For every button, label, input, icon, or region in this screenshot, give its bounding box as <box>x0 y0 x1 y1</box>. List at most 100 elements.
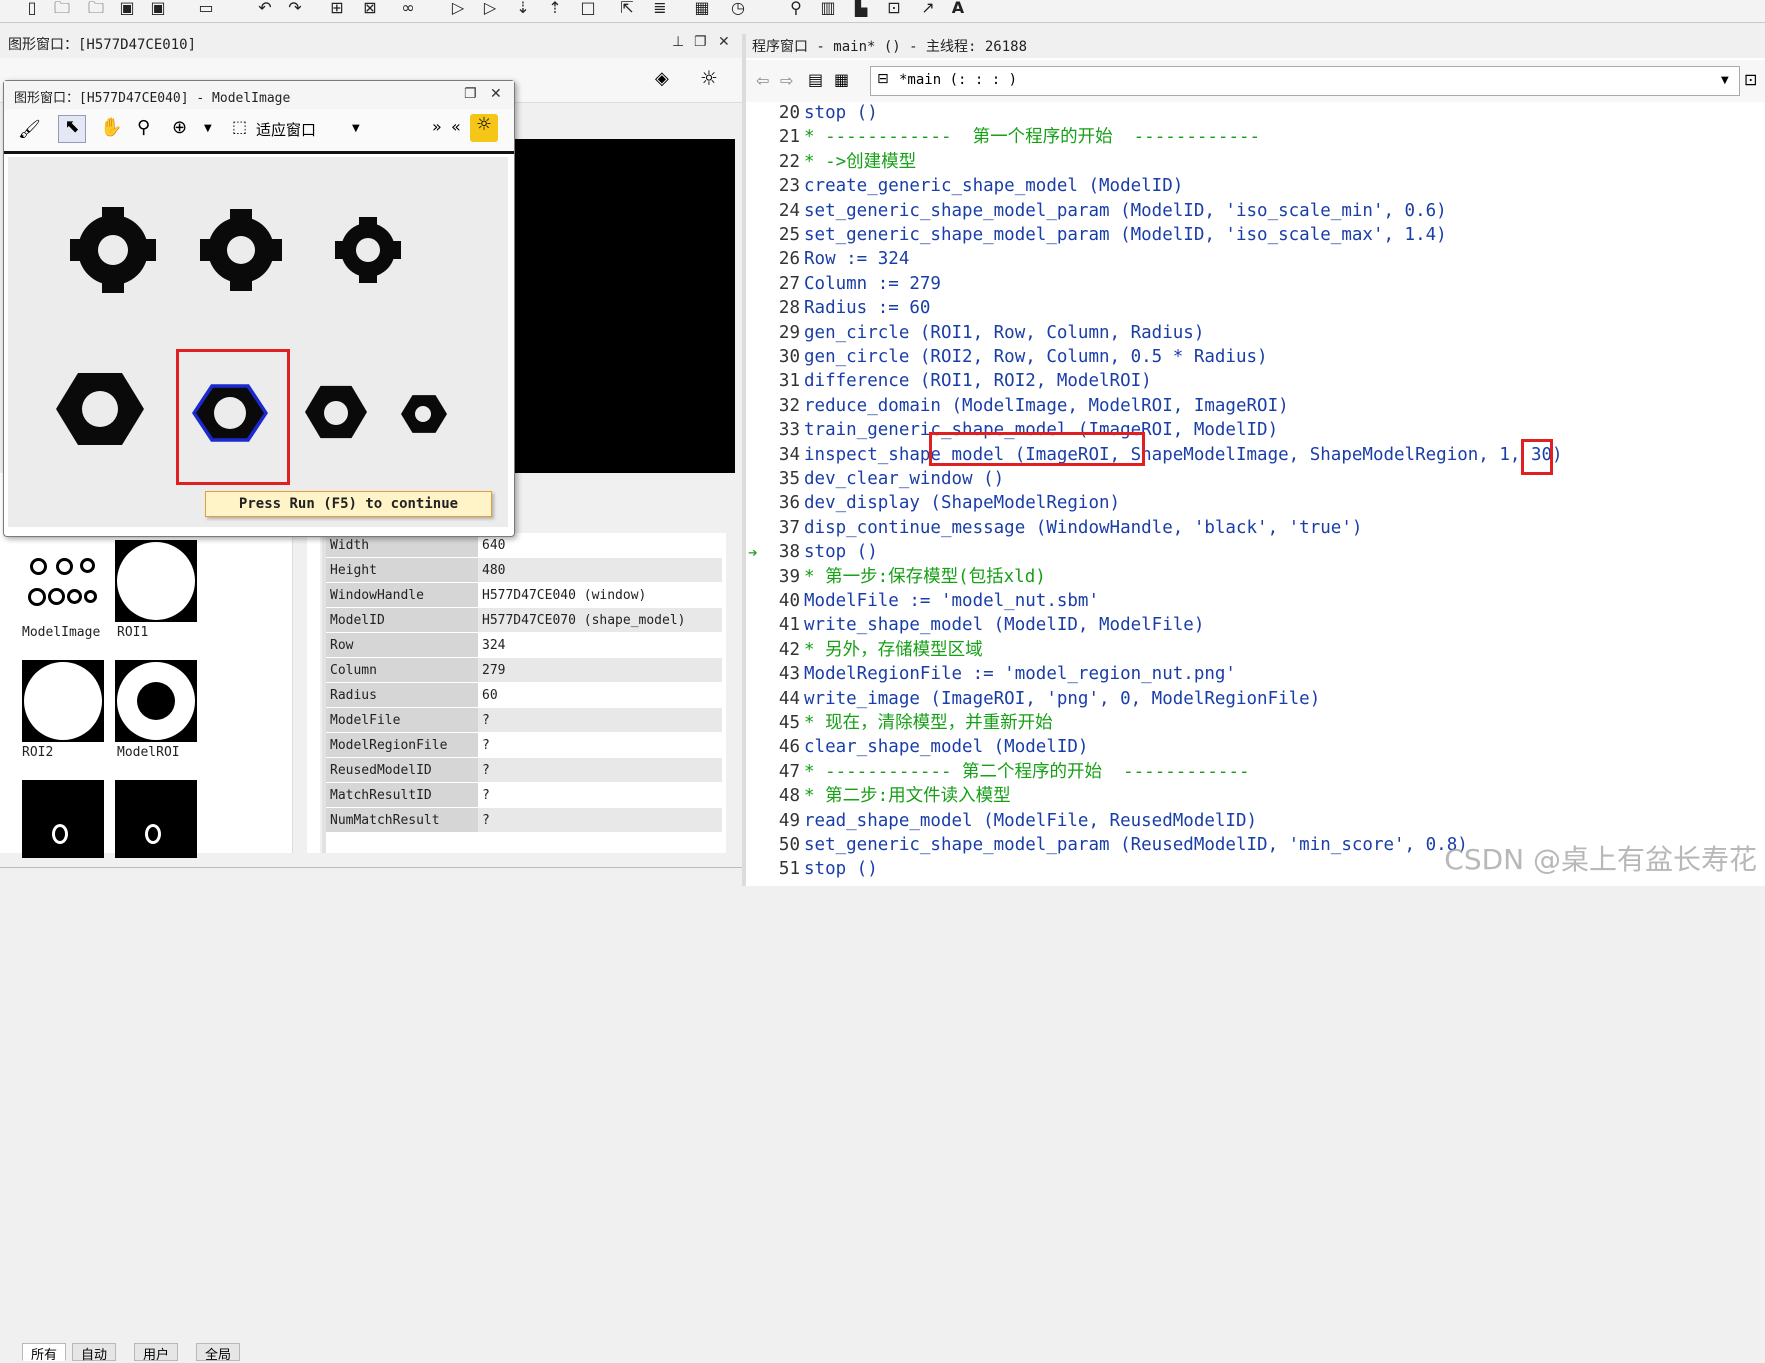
variable-row[interactable]: Height 480 <box>326 557 722 583</box>
variable-row[interactable]: ModelFile? <box>326 707 722 733</box>
pin-icon[interactable]: ⊥ <box>672 34 684 50</box>
code-line[interactable]: 31 difference (ROI1, ROI2, ModelROI) <box>746 370 1765 393</box>
profiler-icon[interactable]: ◷ <box>728 0 748 18</box>
variable-row[interactable]: Radius 60 <box>326 682 722 708</box>
chevron-down-icon[interactable]: ▼ <box>204 123 212 134</box>
code-line[interactable]: 39 * 第一步:保存模型(包括xld) <box>746 566 1765 589</box>
step-into-icon[interactable]: ⇣ <box>513 0 533 18</box>
variable-row[interactable]: WindowHandle H577D47CE040 (window) <box>326 582 722 608</box>
code-line[interactable]: 43 ModelRegionFile := 'model_region_nut.p… <box>746 663 1765 686</box>
back-icon[interactable]: ⇦ <box>756 71 769 90</box>
more-icon[interactable]: » <box>432 117 442 136</box>
variable-row[interactable]: NumMatchResult? <box>326 807 722 833</box>
variable-row[interactable]: ModelRegionFile? <box>326 732 722 758</box>
thumbnail-modelroi[interactable] <box>115 660 197 742</box>
code-line[interactable]: 36 dev_display (ShapeModelRegion) <box>746 492 1765 515</box>
clipboard-icon[interactable]: ▤ <box>808 70 823 89</box>
brush-icon[interactable]: 🖌 <box>18 119 41 140</box>
run-icon[interactable]: ▷ <box>448 0 468 18</box>
film-icon[interactable]: ▭ <box>196 0 216 18</box>
code-line[interactable]: 37 disp_continue_message (WindowHandle, '… <box>746 517 1765 540</box>
zoom-in-icon[interactable]: ⊕ <box>172 117 187 138</box>
tab-global[interactable]: 全局 <box>196 1343 241 1363</box>
zoom-icon[interactable]: ⚲ <box>786 0 806 18</box>
code-line[interactable]: 24 set_generic_shape_model_param (ModelID… <box>746 200 1765 223</box>
close-icon[interactable]: ✕ <box>490 86 502 102</box>
bulb-icon[interactable]: ☼ <box>470 114 498 142</box>
procedure-select[interactable]: ⊟ *main (: : : ) ▼ <box>870 66 1740 96</box>
layers-icon[interactable]: ◈ <box>655 68 669 89</box>
code-line[interactable]: 20 stop () <box>746 102 1765 125</box>
pointer-icon[interactable]: ⬉ <box>58 115 86 143</box>
code-editor[interactable]: 20 stop () 21 * ------------ 第一个程序的开始 -----… <box>746 102 1765 886</box>
code-line[interactable]: 48 * 第二步:用文件读入模型 <box>746 785 1765 808</box>
code-line[interactable]: 40 ModelFile := 'model_nut.sbm' <box>746 590 1765 613</box>
close-window-icon[interactable]: ⊠ <box>360 0 380 18</box>
open-folder-icon[interactable]: 🗀 <box>52 0 72 18</box>
code-line[interactable]: 25 set_generic_shape_model_param (ModelID… <box>746 224 1765 247</box>
ocr-icon[interactable]: A <box>948 0 968 18</box>
code-line[interactable]: 47 * ------------ 第二个程序的开始 ------------ <box>746 761 1765 784</box>
step-out-icon[interactable]: ⇡ <box>545 0 565 18</box>
code-line[interactable]: 32 reduce_domain (ModelImage, ModelROI, I… <box>746 395 1765 418</box>
thumbnail-region[interactable] <box>22 780 104 858</box>
grid-icon[interactable]: ▦ <box>692 0 712 18</box>
thumbnail-roi1[interactable] <box>115 540 197 622</box>
code-line[interactable]: 35 dev_clear_window () <box>746 468 1765 491</box>
binoculars-icon[interactable]: ∞ <box>398 0 418 18</box>
code-line[interactable]: 49 read_shape_model (ModelFile, ReusedMod… <box>746 810 1765 833</box>
close-icon[interactable]: ✕ <box>718 34 730 50</box>
chevron-down-icon[interactable]: ▼ <box>352 123 360 134</box>
code-line[interactable]: 38 stop () ➔ <box>746 541 1765 564</box>
code-line[interactable]: 22 * ->创建模型 <box>746 151 1765 174</box>
code-line[interactable]: 42 * 另外，存储模型区域 <box>746 639 1765 662</box>
variable-row[interactable]: ReusedModelID? <box>326 757 722 783</box>
step-icon[interactable]: ▷ <box>480 0 500 18</box>
thumbnail-region[interactable] <box>115 780 197 858</box>
variable-row[interactable]: Column 279 <box>326 657 722 683</box>
restore-icon[interactable]: ❐ <box>464 86 477 102</box>
code-line[interactable]: 46 clear_shape_model (ModelID) <box>746 736 1765 759</box>
collapse-icon[interactable]: « <box>451 117 461 136</box>
code-line[interactable]: 44 write_image (ImageROI, 'png', 0, Model… <box>746 688 1765 711</box>
graphics-canvas[interactable] <box>510 139 735 497</box>
thumbnail-modelimage[interactable] <box>22 540 104 622</box>
magnifier-icon[interactable]: ⚲ <box>137 117 150 138</box>
forward-icon[interactable]: ⇨ <box>780 71 793 90</box>
restore-icon[interactable]: ❐ <box>694 34 707 50</box>
thumbnail-roi2[interactable] <box>22 660 104 742</box>
inspect-icon[interactable]: ↗ <box>918 0 938 18</box>
fit-window-icon[interactable]: ⬚ <box>232 117 247 136</box>
stop-icon[interactable]: □ <box>578 0 598 18</box>
variable-row[interactable]: MatchResultID? <box>326 782 722 808</box>
code-line[interactable]: 34 inspect_shape_model (ImageROI, ShapeMo… <box>746 444 1765 467</box>
tab-user[interactable]: 用户 <box>134 1343 179 1363</box>
save-icon[interactable]: ▣ <box>117 0 137 18</box>
image-canvas[interactable] <box>8 157 508 527</box>
iconic-scrollbar[interactable] <box>292 533 307 853</box>
procedure-grid-icon[interactable]: ▦ <box>834 70 849 89</box>
code-line[interactable]: 28 Radius := 60 <box>746 297 1765 320</box>
code-line[interactable]: 45 * 现在，清除模型，并重新开始 <box>746 712 1765 735</box>
code-line[interactable]: 41 write_shape_model (ModelID, ModelFile) <box>746 614 1765 637</box>
procedure-window-icon[interactable]: ⊡ <box>1744 70 1757 89</box>
variable-row[interactable]: Row 324 <box>326 632 722 658</box>
image-window-titlebar[interactable]: 图形窗口：[H577D47CE040] - ModelImage ❐ ✕ <box>4 81 514 110</box>
variable-row[interactable]: ModelID H577D47CE070 (shape_model) <box>326 607 722 633</box>
bulb-icon[interactable]: ☼ <box>700 66 718 90</box>
save-all-icon[interactable]: ▣ <box>148 0 168 18</box>
new-file-icon[interactable]: ▯ <box>22 0 42 18</box>
code-line[interactable]: 23 create_generic_shape_model (ModelID) <box>746 175 1765 198</box>
code-line[interactable]: 21 * ------------ 第一个程序的开始 ------------ <box>746 126 1765 149</box>
tab-all[interactable]: 所有 <box>22 1343 67 1363</box>
code-line[interactable]: 29 gen_circle (ROI1, Row, Column, Radius) <box>746 322 1765 345</box>
code-line[interactable]: 26 Row := 324 <box>746 248 1765 271</box>
report-icon[interactable]: ≣ <box>650 0 670 18</box>
hand-icon[interactable]: ✋ <box>100 117 122 138</box>
fit-window-label[interactable]: 适应窗口 <box>256 119 316 140</box>
feature-icon[interactable]: ⊡ <box>884 0 904 18</box>
redo-icon[interactable]: ↷ <box>285 0 305 18</box>
code-line[interactable]: 33 train_generic_shape_model (ImageROI, M… <box>746 419 1765 442</box>
export-icon[interactable]: ⇱ <box>617 0 637 18</box>
code-line[interactable]: 27 Column := 279 <box>746 273 1765 296</box>
